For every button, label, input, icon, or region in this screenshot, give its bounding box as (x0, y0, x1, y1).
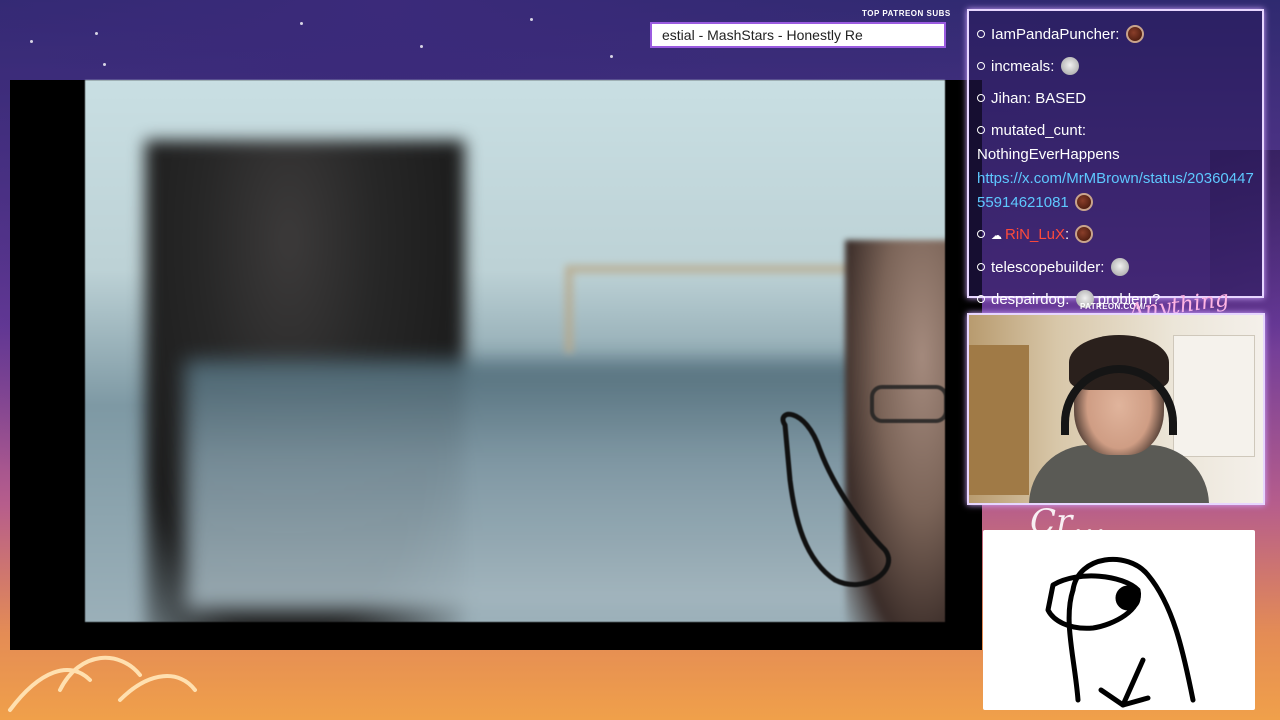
duck-doodle-icon (1045, 557, 1196, 708)
patreon-ticker: estial - MashStars - Honestly Re (650, 22, 946, 48)
chat-message: IamPandaPuncher: (977, 23, 1254, 47)
chat-message: mutated_cunt: NothingEverHappens https:/… (977, 122, 1254, 211)
chat-bullet-icon (977, 126, 985, 134)
chat-panel: IamPandaPuncher: incmeals: Jihan: BASED … (967, 9, 1264, 308)
chat-username[interactable]: Jihan (991, 90, 1027, 107)
bottom-doodle-icon (8, 655, 197, 712)
drawing-panel (983, 530, 1255, 710)
chat-username[interactable]: despairdog (991, 291, 1065, 308)
chat-text: BASED (1035, 90, 1087, 107)
chat-username[interactable]: RiN_LuX (1005, 226, 1065, 243)
chat-bullet-icon (977, 230, 985, 238)
chat-message: telescopebuilder: (977, 256, 1254, 280)
video-player[interactable] (85, 80, 945, 622)
chat-username[interactable]: mutated_cunt (991, 122, 1082, 139)
webcam-feed (967, 313, 1265, 505)
top-patreon-label: TOP PATREON SUBS (862, 9, 951, 18)
brown-orb-emote-icon (1075, 225, 1094, 243)
webcam-drawers (1173, 335, 1255, 457)
face-emote-icon (1110, 258, 1129, 276)
face-emote-icon (1060, 57, 1079, 75)
drawn-scribble-icon (780, 411, 892, 587)
chat-bullet-icon (977, 62, 985, 70)
chat-link[interactable]: https://x.com/MrMBrown/status/2036044755… (977, 170, 1254, 211)
chat-username[interactable]: telescopebuilder (991, 259, 1100, 276)
brown-orb-emote-icon (1074, 193, 1093, 211)
chat-bullet-icon (977, 263, 985, 271)
badge-icon: ☁ (991, 230, 1002, 242)
chat-bullet-icon (977, 30, 985, 38)
chat-username[interactable]: incmeals (991, 58, 1050, 75)
chat-message: Jihan: BASED (977, 87, 1254, 111)
chat-bullet-icon (977, 94, 985, 102)
webcam-shelf (969, 345, 1029, 495)
chat-username[interactable]: IamPandaPuncher (991, 26, 1115, 43)
chat-message: ☁ RiN_LuX: (977, 223, 1254, 248)
chat-message: incmeals: (977, 55, 1254, 79)
chat-text: NothingEverHappens (977, 146, 1120, 163)
chat-bullet-icon (977, 295, 985, 303)
brown-orb-emote-icon (1125, 25, 1144, 43)
